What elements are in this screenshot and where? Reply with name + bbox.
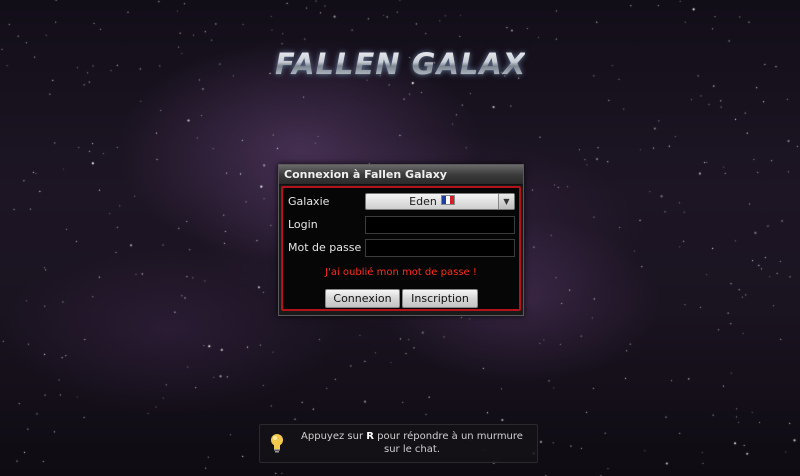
password-label: Mot de passe <box>288 241 362 254</box>
login-form: Galaxie Eden ▼ Login Mot de passe J'ai o… <box>281 186 521 311</box>
galaxy-row: Galaxie Eden ▼ <box>283 192 519 212</box>
login-label: Login <box>288 218 318 231</box>
login-input[interactable] <box>365 216 515 234</box>
chevron-down-icon[interactable]: ▼ <box>498 194 514 209</box>
tip-text: Appuyez sur R pour répondre à un murmure… <box>293 430 531 456</box>
galaxy-selected-text: Eden <box>409 195 437 208</box>
fallen-galaxy-logo: FALLEN GALAXY <box>275 44 547 84</box>
france-flag-icon <box>440 195 455 205</box>
tip-key: R <box>366 431 374 442</box>
login-panel: Connexion à Fallen Galaxy Galaxie Eden ▼… <box>278 164 524 316</box>
password-input[interactable] <box>365 239 515 257</box>
inscription-button[interactable]: Inscription <box>402 289 478 308</box>
galaxy-label: Galaxie <box>288 195 330 208</box>
lightbulb-icon <box>271 434 283 453</box>
galaxy-select[interactable]: Eden ▼ <box>365 193 515 210</box>
space-background: FALLEN GALAXY Connexion à Fallen Galaxy … <box>0 0 800 476</box>
connexion-button[interactable]: Connexion <box>325 289 400 308</box>
galaxy-selected-value: Eden <box>366 195 498 208</box>
tip-text-after: pour répondre à un murmure sur le chat. <box>373 431 523 455</box>
login-panel-title: Connexion à Fallen Galaxy <box>279 165 523 185</box>
login-row: Login <box>283 215 519 235</box>
tip-text-before: Appuyez sur <box>301 431 367 442</box>
password-row: Mot de passe <box>283 238 519 258</box>
tip-box: Appuyez sur R pour répondre à un murmure… <box>259 424 538 463</box>
forgot-password-link[interactable]: J'ai oublié mon mot de passe ! <box>283 267 519 278</box>
